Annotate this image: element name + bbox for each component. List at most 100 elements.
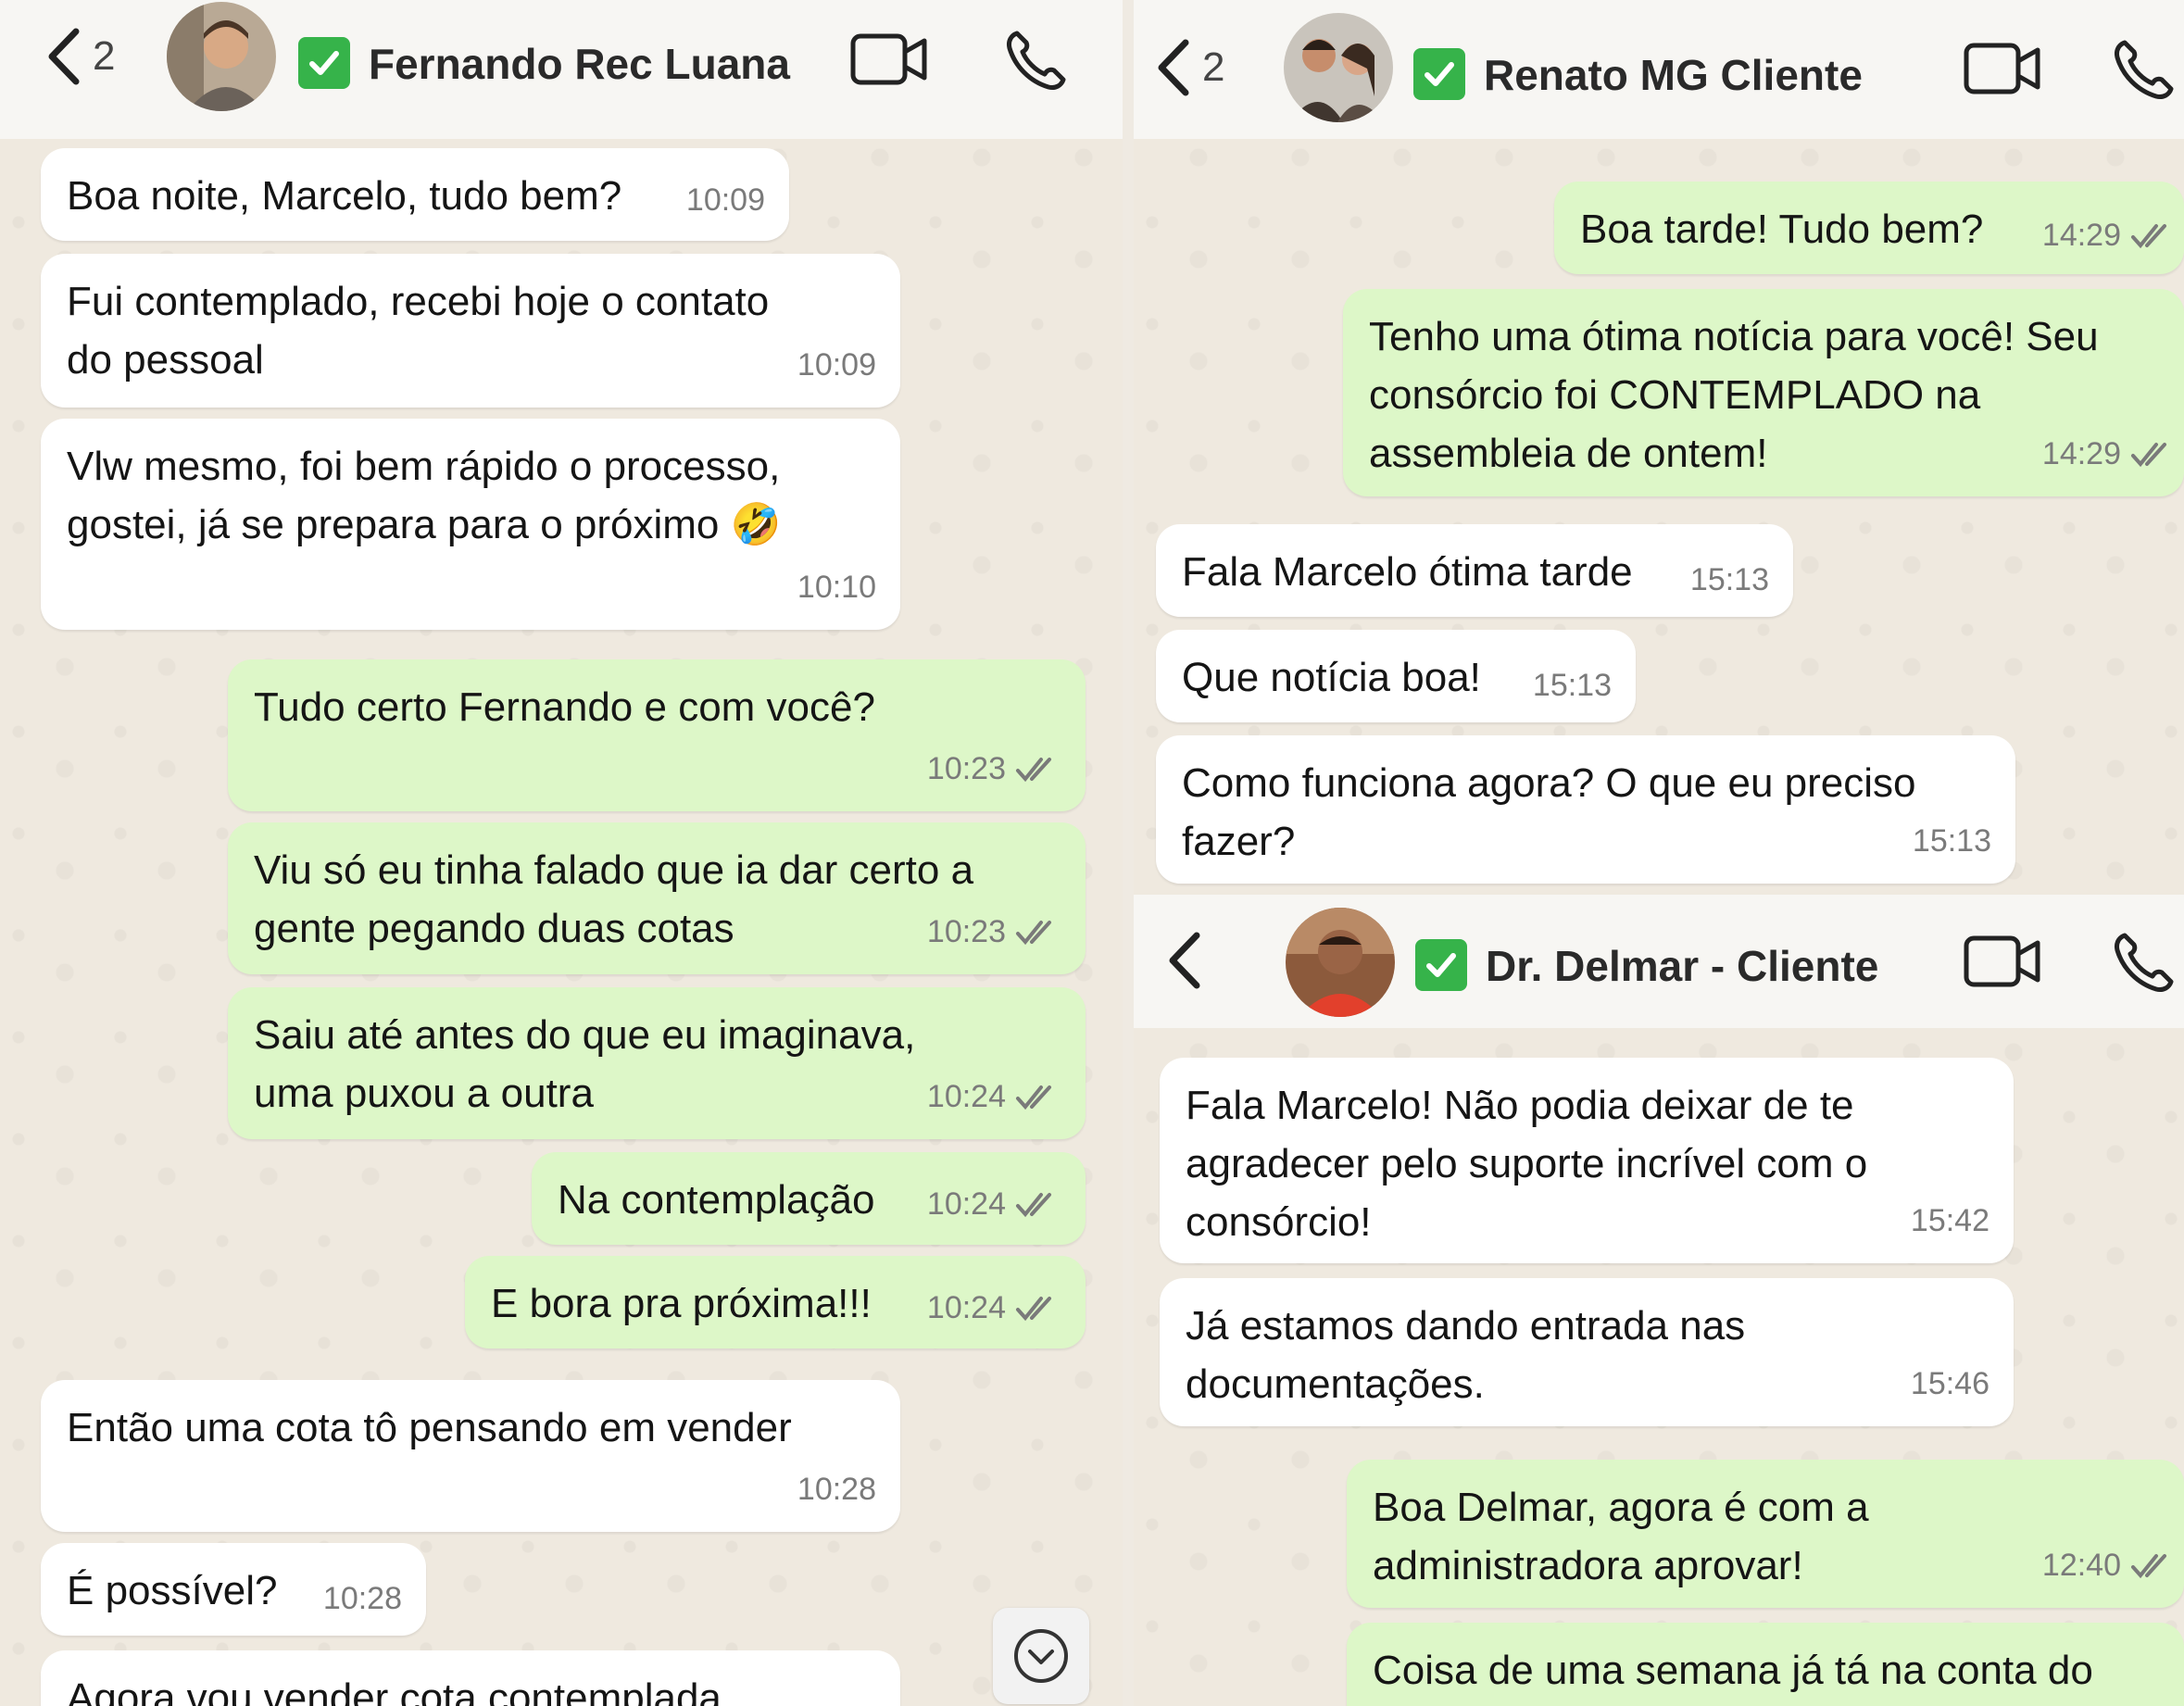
- message-outgoing[interactable]: Tenho uma ótima notícia para você! Seu c…: [1343, 289, 2184, 496]
- chat-pane-renato: 2 Renato MG Cliente Boa tarde! Tudo bem?…: [1134, 0, 2184, 895]
- contact-name[interactable]: Fernando Rec Luana: [369, 39, 790, 89]
- message-text: E bora pra próxima!!!: [491, 1281, 872, 1326]
- double-check-icon: [2131, 442, 2166, 467]
- message-time: 10:28: [797, 1472, 876, 1507]
- message-outgoing[interactable]: Viu só eu tinha falado que ia dar certo …: [228, 822, 1086, 974]
- double-check-icon: [1016, 757, 1051, 782]
- phone-icon[interactable]: [2112, 37, 2177, 102]
- double-check-icon: [2131, 1553, 2166, 1578]
- scroll-down-button[interactable]: [993, 1608, 1089, 1704]
- message-text: Coisa de uma semana já tá na conta do: [1373, 1648, 2093, 1693]
- message-incoming[interactable]: Então uma cota tô pensando em vender 10:…: [41, 1380, 900, 1532]
- message-time: 15:13: [1912, 823, 1991, 859]
- verified-check-icon: [298, 37, 350, 89]
- chevron-left-icon: [1158, 39, 1189, 96]
- message-text: Fui contemplado, recebi hoje o contato d…: [67, 279, 770, 383]
- message-incoming[interactable]: Fui contemplado, recebi hoje o contato d…: [41, 254, 900, 408]
- message-time-row: 10:24: [927, 1175, 1061, 1234]
- chat-header: Dr. Delmar - Cliente: [1134, 895, 2184, 1028]
- message-time: 10:09: [685, 182, 765, 218]
- unread-count: 2: [1202, 44, 1225, 90]
- message-text: Vlw mesmo, foi bem rápido o processo, go…: [67, 444, 782, 547]
- video-call-icon[interactable]: [1964, 43, 2041, 94]
- phone-icon[interactable]: [1004, 28, 1069, 93]
- chat-header: 2 Renato MG Cliente: [1134, 0, 2184, 139]
- message-text: Boa tarde! Tudo bem?: [1580, 207, 1984, 252]
- chat-pane-delmar: Dr. Delmar - Cliente Fala Marcelo! Não p…: [1134, 895, 2184, 1706]
- message-time: 14:29: [2041, 436, 2121, 471]
- phone-icon[interactable]: [2112, 930, 2177, 995]
- contact-name[interactable]: Dr. Delmar - Cliente: [1486, 941, 1878, 991]
- chevron-down-icon: [1014, 1629, 1068, 1683]
- verified-check-icon: [1415, 939, 1467, 991]
- message-text: Fala Marcelo ótima tarde: [1182, 549, 1633, 595]
- message-text: Já estamos dando entrada nas documentaçõ…: [1186, 1303, 1746, 1407]
- message-incoming[interactable]: Agora vou vender cota contemplada: [41, 1650, 900, 1706]
- message-text: Agora vou vender cota contemplada: [67, 1675, 722, 1706]
- chat-pane-fernando: 2 Fernando Rec Luana Boa noite, Marcelo,…: [0, 0, 1123, 1706]
- message-text: Que notícia boa!: [1182, 655, 1481, 700]
- double-check-icon: [1016, 1192, 1051, 1217]
- double-check-icon: [1016, 920, 1051, 945]
- back-button[interactable]: [1161, 928, 1210, 993]
- message-text: Tenho uma ótima notícia para você! Seu c…: [1369, 314, 2099, 476]
- contact-name[interactable]: Renato MG Cliente: [1484, 50, 1863, 100]
- message-time: 15:13: [1532, 668, 1612, 703]
- verified-check-icon: [1413, 48, 1465, 100]
- message-time-row: 10:23: [927, 903, 1061, 961]
- message-time: 15:46: [1910, 1366, 1989, 1401]
- chat-header: 2 Fernando Rec Luana: [0, 0, 1123, 139]
- avatar[interactable]: [167, 2, 276, 111]
- message-time: 10:24: [926, 1186, 1006, 1222]
- message-time: 10:24: [926, 1290, 1006, 1325]
- message-outgoing[interactable]: Na contemplação 10:24: [532, 1152, 1086, 1245]
- message-text: Então uma cota tô pensando em vender: [67, 1405, 792, 1450]
- message-outgoing[interactable]: Saiu até antes do que eu imaginava, uma …: [228, 987, 1086, 1139]
- message-incoming[interactable]: Boa noite, Marcelo, tudo bem? 10:09: [41, 148, 789, 241]
- back-button[interactable]: 2: [1150, 35, 1224, 100]
- back-button[interactable]: 2: [41, 24, 115, 89]
- message-time-row: 10:24: [927, 1279, 1061, 1337]
- message-time: 10:23: [926, 751, 1006, 786]
- unread-count: 2: [93, 33, 116, 79]
- message-time-row: 12:40: [2042, 1537, 2177, 1595]
- message-text: Na contemplação: [558, 1177, 875, 1223]
- message-text: Como funciona agora? O que eu preciso fa…: [1182, 760, 1916, 864]
- message-text: É possível?: [67, 1568, 278, 1613]
- message-incoming[interactable]: Fala Marcelo! Não podia deixar de te agr…: [1160, 1058, 2014, 1263]
- message-incoming[interactable]: Vlw mesmo, foi bem rápido o processo, go…: [41, 419, 900, 630]
- message-incoming[interactable]: Fala Marcelo ótima tarde 15:13: [1156, 524, 1793, 617]
- avatar[interactable]: [1286, 908, 1395, 1017]
- message-incoming[interactable]: Que notícia boa! 15:13: [1156, 630, 1636, 722]
- message-text: Tudo certo Fernando e com você?: [254, 684, 875, 730]
- message-text: Saiu até antes do que eu imaginava, uma …: [254, 1012, 916, 1116]
- message-time: 15:13: [1689, 562, 1769, 597]
- video-call-icon[interactable]: [1964, 935, 2041, 987]
- message-time-row: 14:29: [2042, 425, 2177, 483]
- message-time: 10:28: [322, 1581, 402, 1616]
- message-text: Boa Delmar, agora é com a administradora…: [1373, 1485, 1869, 1588]
- message-outgoing[interactable]: Tudo certo Fernando e com você? 10:23: [228, 659, 1086, 811]
- message-incoming[interactable]: É possível? 10:28: [41, 1543, 426, 1636]
- message-incoming[interactable]: Já estamos dando entrada nas documentaçõ…: [1160, 1278, 2014, 1426]
- message-time-row: 14:29: [2042, 207, 2177, 265]
- message-time: 14:29: [2041, 218, 2121, 253]
- message-text: Boa noite, Marcelo, tudo bem?: [67, 173, 622, 219]
- double-check-icon: [1016, 1085, 1051, 1110]
- message-time: 12:40: [2041, 1548, 2121, 1583]
- message-time: 10:10: [797, 570, 876, 605]
- message-text: Fala Marcelo! Não podia deixar de te agr…: [1186, 1083, 1868, 1245]
- message-outgoing[interactable]: Coisa de uma semana já tá na conta do: [1347, 1623, 2184, 1706]
- double-check-icon: [1016, 1296, 1051, 1321]
- message-time: 10:24: [926, 1079, 1006, 1114]
- message-outgoing[interactable]: Boa Delmar, agora é com a administradora…: [1347, 1460, 2184, 1608]
- message-outgoing[interactable]: Boa tarde! Tudo bem? 14:29: [1554, 182, 2184, 274]
- message-outgoing[interactable]: E bora pra próxima!!! 10:24: [465, 1256, 1086, 1348]
- message-incoming[interactable]: Como funciona agora? O que eu preciso fa…: [1156, 735, 2015, 884]
- message-time: 10:23: [926, 914, 1006, 949]
- video-call-icon[interactable]: [850, 33, 928, 85]
- message-time: 10:09: [797, 347, 876, 383]
- message-time: 15:42: [1910, 1203, 1989, 1238]
- avatar[interactable]: [1284, 13, 1393, 122]
- chevron-left-icon: [1169, 932, 1200, 989]
